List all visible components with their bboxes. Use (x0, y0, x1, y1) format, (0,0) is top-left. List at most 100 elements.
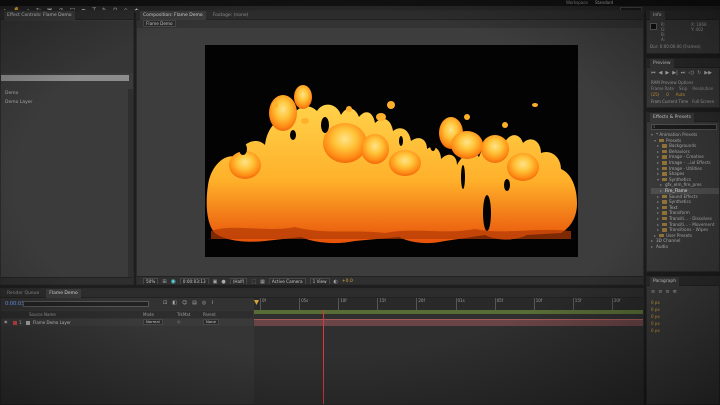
playback-controls: ⏮ ◀ ▶ ▶| ⏭ ◁) ↻ ▶▶ (651, 70, 712, 76)
info-tab[interactable]: Info (650, 11, 665, 20)
preview-values: (25) 0 Auto (651, 92, 685, 97)
view-layout-select[interactable]: 1 View (309, 278, 330, 284)
ram-preview-icon[interactable]: ▶▶ (704, 70, 712, 76)
layer-duration-bar[interactable] (254, 319, 643, 326)
motion-blur-icon[interactable]: ◎ (202, 300, 206, 306)
resolution-select[interactable]: (Half) (229, 278, 248, 284)
safe-zones-icon[interactable]: ⊞ (162, 279, 166, 285)
project-item-demo-layer[interactable]: Demo Layer (1, 99, 133, 106)
playhead-line[interactable] (323, 310, 324, 404)
comp-name-tab[interactable]: Flame Demo (143, 20, 176, 27)
skip-value[interactable]: 0 (666, 92, 669, 97)
exposure-value[interactable]: +0.0 (342, 279, 353, 284)
camera-select[interactable]: Active Camera (268, 278, 306, 284)
timeline-tabbar: Render Queue Flame Demo (1, 289, 643, 298)
col-parent[interactable]: Parent (203, 312, 216, 317)
first-line-indent-value[interactable]: 0 px (651, 313, 660, 320)
layer-type-icon (26, 320, 30, 325)
flame-demo-timeline-tab[interactable]: Flame Demo (46, 289, 81, 298)
folder-icon (662, 211, 667, 215)
time-ruler[interactable]: 0f 05s 10f 15f 20f 01s 05f 10f 15f 20f (254, 298, 643, 310)
effects-presets-panel: Effects & Presets ⌕ ▾ * Animation Presets… (646, 112, 720, 272)
full-screen-check[interactable]: Full Screen (692, 99, 714, 104)
timeline-search-input[interactable] (23, 301, 149, 307)
exposure-icon[interactable]: ◐ (334, 279, 338, 285)
project-footer (1, 277, 133, 284)
from-current-time-check[interactable]: From Current Time (651, 99, 688, 104)
comp-viewer (137, 28, 643, 276)
layer-list-area (1, 327, 253, 404)
info-a: A: (661, 37, 666, 42)
preview-tab[interactable]: Preview (650, 59, 674, 68)
layer-mode-select[interactable]: Normal (143, 319, 163, 325)
col-trkmat[interactable]: TrkMat (177, 312, 190, 317)
project-scrollbar[interactable] (128, 89, 133, 284)
camera-snapshot-icon[interactable]: ▣ (213, 279, 218, 285)
layer-row[interactable]: ◉ 1 Flame Demo Layer Normal ◎ None (1, 319, 253, 326)
align-right-icon[interactable]: ≡ (665, 289, 669, 295)
project-search-bar[interactable] (1, 75, 129, 81)
audio-icon[interactable]: ◁) (688, 70, 694, 76)
indent-right-value[interactable]: 0 px (651, 306, 660, 313)
prev-frame-icon[interactable]: ◀ (659, 70, 663, 76)
ruler-tick-label: 15f (572, 298, 581, 310)
last-frame-icon[interactable]: ⏭ (681, 70, 686, 76)
effects-tree: ▾ * Animation Presets ▾ Presets ▸ Backgrounds… (651, 132, 719, 249)
graph-editor-icon[interactable]: ⌇ (211, 300, 213, 306)
effects-search-input[interactable]: ⌕ (651, 124, 717, 130)
layer-parent-select[interactable]: None (203, 319, 219, 325)
frame-blending-icon[interactable]: ▤ (192, 300, 197, 306)
align-left-icon[interactable]: ≡ (651, 289, 655, 295)
align-center-icon[interactable]: ≡ (658, 289, 662, 295)
project-panel: Effect Controls: Flame Demo Demo Demo La… (0, 10, 134, 285)
transparency-grid-icon[interactable]: ▦ (260, 279, 265, 285)
col-source-name[interactable]: Source Name (29, 312, 56, 317)
work-area-bar[interactable] (254, 310, 643, 314)
shy-layers-icon[interactable]: ☺ (182, 300, 187, 306)
frame-rate-select[interactable]: (25) (651, 92, 659, 97)
comp-timecode[interactable]: 0:00:03:13 (179, 278, 209, 284)
project-item-demo[interactable]: Demo (1, 90, 133, 97)
layer-name[interactable]: Flame Demo Layer (33, 320, 71, 325)
effect-controls-tab[interactable]: Effect Controls: Flame Demo (4, 11, 75, 20)
indent-left-value[interactable]: 0 px (651, 299, 660, 306)
comp-mini-flowchart-icon[interactable]: ⊡ (163, 300, 167, 306)
space-after-value[interactable]: 0 px (651, 327, 660, 334)
draft-3d-icon[interactable]: ◧ (172, 300, 177, 306)
col-mode[interactable]: Mode (143, 312, 154, 317)
effects-presets-tab[interactable]: Effects & Presets (650, 113, 695, 122)
render-queue-tab[interactable]: Render Queue (4, 291, 42, 296)
preview-checks: From Current Time Full Screen (651, 99, 714, 104)
composition-tab[interactable]: Composition: Flame Demo (140, 11, 206, 20)
paragraph-tab[interactable]: Paragraph (650, 277, 680, 286)
workspace-select[interactable]: Standard (595, 0, 613, 5)
snapshot-icon[interactable]: ◉ (171, 278, 176, 284)
color-swatch (650, 23, 657, 30)
space-before-value[interactable]: 0 px (651, 320, 660, 327)
timeline-controls: 0:00:03:13 ⊡ ◧ ☺ ▤ ◎ ⌇ (1, 298, 253, 310)
folder-icon (662, 166, 667, 171)
roi-icon[interactable]: ⬚ (251, 279, 256, 285)
align-buttons: ≡ ≡ ≡ ≣ (651, 289, 677, 295)
folder-icon (662, 177, 667, 182)
layer-columns-header: Source Name Mode TrkMat Parent (1, 311, 253, 318)
footage-tab[interactable]: Footage: (none) (210, 13, 252, 18)
loop-icon[interactable]: ↻ (697, 70, 701, 76)
layer-trkmat-icon[interactable]: ◎ (177, 319, 181, 324)
justify-icon[interactable]: ≣ (673, 289, 677, 295)
first-frame-icon[interactable]: ⏮ (651, 70, 656, 76)
info-panel: Info R: G: B: A: X: 1868 Y: 402 Dur: 0:0… (646, 10, 720, 54)
next-frame-icon[interactable]: ▶| (672, 70, 678, 76)
eye-icon[interactable]: ◉ (4, 319, 8, 324)
layer-label-color[interactable] (13, 320, 17, 325)
ruler-tick-label: 20f (611, 298, 620, 310)
folder-icon (659, 233, 664, 238)
ram-preview-options[interactable]: RAM Preview Options (651, 80, 693, 85)
effects-tree-item[interactable]: ▸ Audio (651, 244, 719, 250)
folder-icon (662, 161, 667, 165)
channel-icon[interactable]: ● (221, 279, 225, 285)
play-icon[interactable]: ▶ (665, 70, 669, 76)
resolution-select-preview[interactable]: Auto (676, 92, 685, 97)
zoom-select[interactable]: 50% (143, 278, 159, 284)
folder-icon (662, 216, 667, 221)
